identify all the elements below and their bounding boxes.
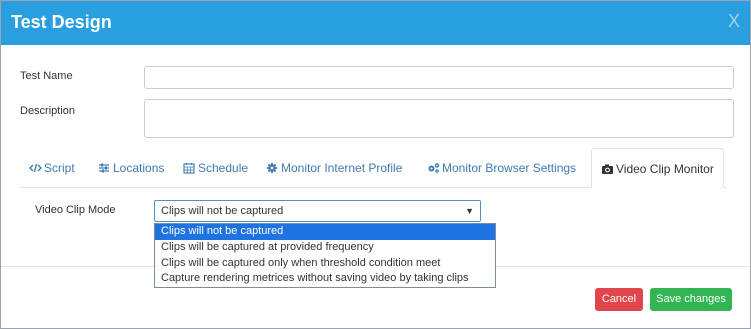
tab-locations-label: Locations xyxy=(113,161,165,175)
tab-locations[interactable]: Locations xyxy=(98,148,164,188)
tab-script-label: Script xyxy=(44,161,75,175)
gear-icon xyxy=(266,150,278,174)
sliders-icon xyxy=(98,150,110,173)
tab-schedule-label: Schedule xyxy=(198,161,249,175)
description-textarea[interactable] xyxy=(144,99,734,138)
camera-icon xyxy=(601,151,613,174)
modal-title: Test Design xyxy=(11,12,112,32)
calendar-icon xyxy=(183,150,195,174)
tab-monitor-browser-settings[interactable]: Monitor Browser Settings xyxy=(427,148,576,188)
tab-monitor-browser-settings-label: Monitor Browser Settings xyxy=(442,161,577,175)
test-name-input[interactable] xyxy=(144,66,734,89)
dropdown-option[interactable]: Clips will be captured at provided frequ… xyxy=(155,240,495,256)
tab-schedule[interactable]: Schedule xyxy=(183,148,248,188)
tab-monitor-internet-profile-label: Monitor Internet Profile xyxy=(281,161,403,175)
tab-video-clip-monitor[interactable]: Video Clip Monitor xyxy=(591,148,724,188)
description-label: Description xyxy=(20,105,76,117)
video-clip-mode-label: Video Clip Mode xyxy=(35,204,116,216)
tab-monitor-internet-profile[interactable]: Monitor Internet Profile xyxy=(266,148,402,188)
gears-icon xyxy=(427,150,440,173)
video-clip-mode-select[interactable]: Clips will not be captured ▼ xyxy=(154,200,481,222)
caret-down-icon: ▼ xyxy=(465,206,474,216)
close-icon[interactable]: X xyxy=(728,11,740,31)
cancel-button[interactable]: Cancel xyxy=(595,288,643,311)
modal-header: Test Design X xyxy=(1,1,750,45)
dropdown-option[interactable]: Clips will not be captured xyxy=(155,224,495,240)
code-icon xyxy=(29,150,42,173)
tab-video-clip-monitor-label: Video Clip Monitor xyxy=(616,162,714,176)
dropdown-option[interactable]: Clips will be captured only when thresho… xyxy=(155,256,495,272)
save-changes-button[interactable]: Save changes xyxy=(650,288,732,311)
dropdown-option[interactable]: Capture rendering metrices without savin… xyxy=(155,271,495,287)
video-clip-mode-dropdown: Clips will not be captured Clips will be… xyxy=(154,223,496,288)
test-name-label: Test Name xyxy=(20,70,73,82)
video-clip-mode-selected-value: Clips will not be captured xyxy=(161,205,284,217)
tab-script[interactable]: Script xyxy=(29,148,75,188)
test-design-modal: Test Design X Test Name Description Scri… xyxy=(0,0,751,329)
tab-bar: Script Locations Schedule Monitor Intern… xyxy=(20,148,730,188)
